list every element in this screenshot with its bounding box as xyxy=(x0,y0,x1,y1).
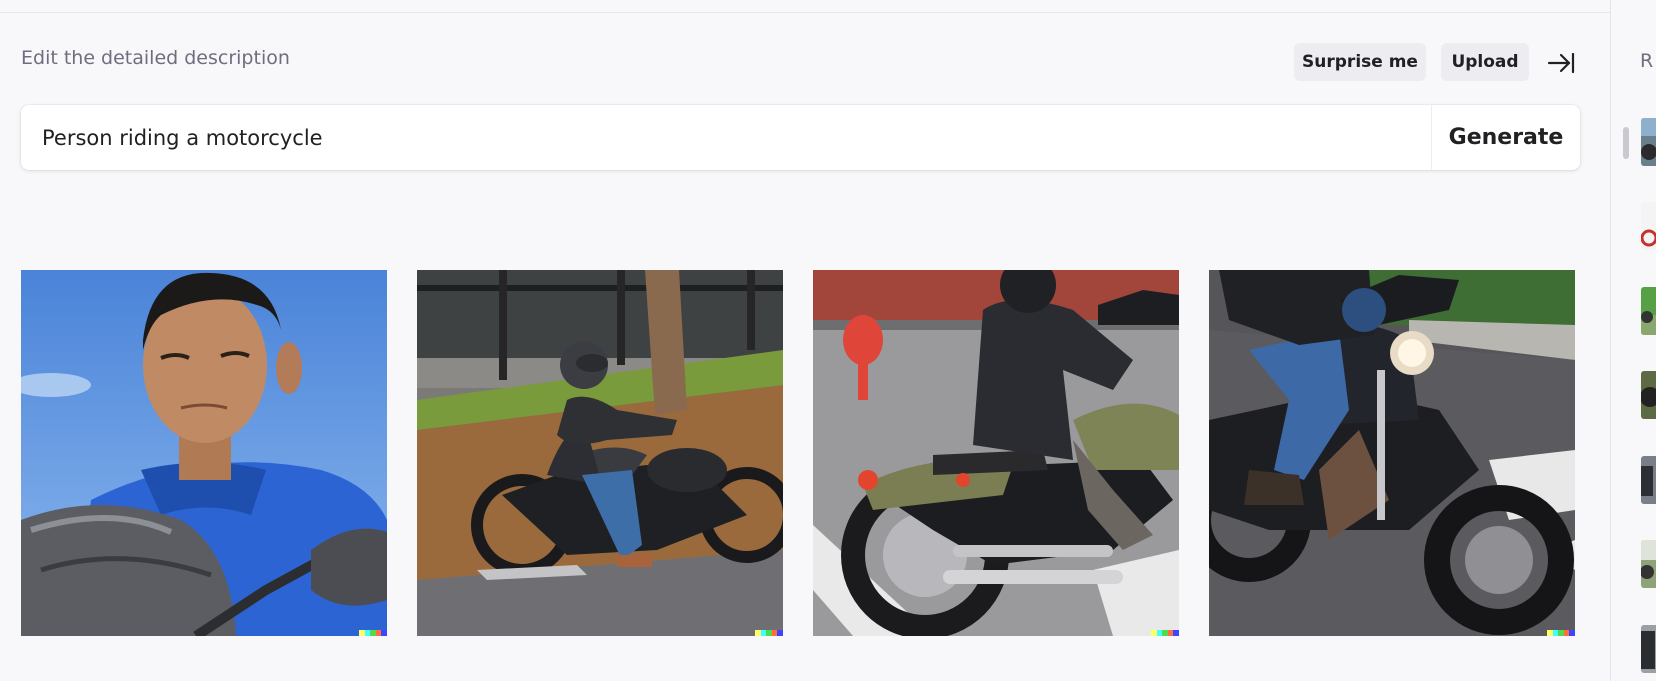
generated-signature xyxy=(359,630,387,636)
history-thumbnail[interactable] xyxy=(1641,287,1656,335)
history-thumbnail-image xyxy=(1641,540,1656,588)
upload-button[interactable]: Upload xyxy=(1441,43,1529,81)
sidebar-scrollbar[interactable] xyxy=(1623,127,1629,159)
history-sidebar: R xyxy=(1611,0,1656,681)
arrow-right-to-line-icon xyxy=(1547,52,1575,74)
history-thumbnail-image xyxy=(1641,202,1656,250)
history-thumbnail[interactable] xyxy=(1641,625,1656,673)
history-thumbnail[interactable] xyxy=(1641,371,1656,419)
collapse-sidebar-button[interactable] xyxy=(1546,49,1576,77)
editor-panel: Edit the detailed description Surprise m… xyxy=(0,0,1610,681)
result-image-1[interactable] xyxy=(21,270,387,636)
description-label: Edit the detailed description xyxy=(21,47,290,69)
generated-signature xyxy=(1547,630,1575,636)
result-image-2[interactable] xyxy=(417,270,783,636)
sidebar-title: R xyxy=(1640,50,1654,72)
history-thumbnail[interactable] xyxy=(1641,118,1656,166)
result-image-1-picture xyxy=(21,270,387,636)
surprise-me-button[interactable]: Surprise me xyxy=(1294,43,1426,81)
result-image-4-picture xyxy=(1209,270,1575,636)
history-thumbnail[interactable] xyxy=(1641,540,1656,588)
history-thumbnail-image xyxy=(1641,456,1656,504)
generated-signature xyxy=(1151,630,1179,636)
history-thumbnail-image xyxy=(1641,625,1656,673)
generate-button[interactable]: Generate xyxy=(1432,105,1580,170)
history-thumbnail[interactable] xyxy=(1641,456,1656,504)
prompt-bar: Generate xyxy=(21,105,1580,170)
history-thumbnail-image xyxy=(1641,118,1656,166)
result-image-3[interactable] xyxy=(813,270,1179,636)
prompt-input[interactable] xyxy=(21,105,1431,170)
generated-signature xyxy=(755,630,783,636)
result-image-3-picture xyxy=(813,270,1179,636)
result-image-2-picture xyxy=(417,270,783,636)
history-thumbnail[interactable] xyxy=(1641,202,1656,250)
history-thumbnail-image xyxy=(1641,287,1656,335)
history-thumbnail-image xyxy=(1641,371,1656,419)
result-image-4[interactable] xyxy=(1209,270,1575,636)
